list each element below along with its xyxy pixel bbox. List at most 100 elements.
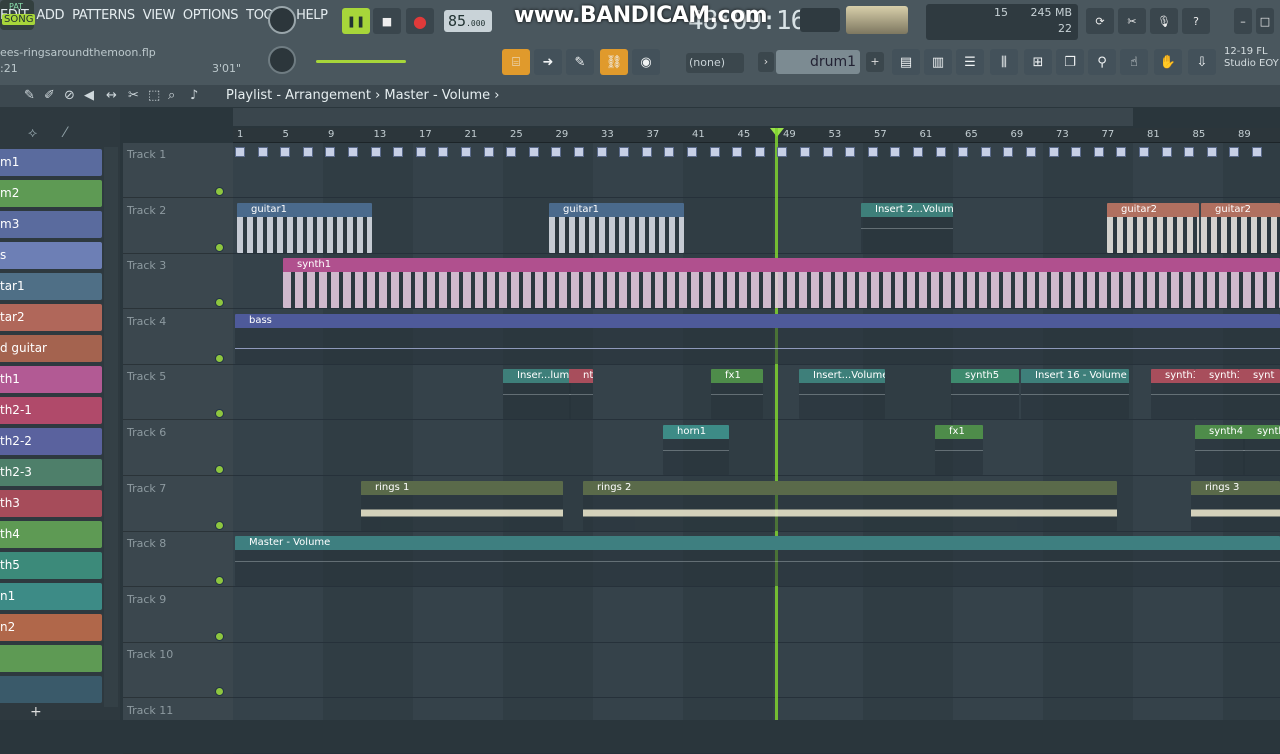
track-enable-led[interactable] [215,465,224,474]
drum-pattern-clip[interactable] [1048,147,1059,157]
drum-pattern-clip[interactable] [483,147,494,157]
drum-pattern-clip[interactable] [890,147,901,157]
track-header[interactable]: Track 8 [123,532,233,588]
slip-tool-icon[interactable]: ↔ [106,88,117,103]
maximize-button[interactable]: □ [1256,8,1274,34]
drum-pattern-clip[interactable] [980,147,991,157]
menu-add[interactable]: ADD [36,8,64,30]
stamp-button[interactable]: ◉ [632,49,660,75]
view-browser-button[interactable]: ⊞ [1024,49,1052,75]
drum-pattern-clip[interactable] [732,147,743,157]
drum-pattern-clip[interactable] [348,147,358,157]
track-enable-led[interactable] [215,687,224,697]
instrument-item[interactable]: n1 [0,583,102,610]
instrument-item[interactable]: th1 [0,366,102,393]
pattern-clip[interactable]: nth3 [569,369,593,420]
pattern-clip[interactable]: Insert...Volume [799,369,885,420]
drum-pattern-clip[interactable] [800,147,810,157]
pattern-clip[interactable]: Insert 2...Volume [861,202,953,253]
pattern-clip[interactable]: rings 1 [361,480,563,531]
view-pianoroll-button[interactable]: ▥ [924,49,952,75]
playlist-overview[interactable] [233,108,1133,126]
track-row[interactable] [233,643,1280,699]
touch-controller-button[interactable]: ☝ [1120,49,1148,75]
instrument-item[interactable]: tar1 [0,273,102,300]
drum-pattern-clip[interactable] [845,147,856,157]
instrument-item[interactable] [0,645,102,672]
instrument-item[interactable]: th2-2 [0,428,102,455]
view-playlist-button[interactable]: ▤ [892,49,920,75]
help-button[interactable]: ? [1182,8,1210,34]
instrument-item[interactable]: m3 [0,211,102,238]
track-header[interactable]: Track 10 [123,643,233,699]
record-button[interactable]: ● [406,8,434,34]
track-header[interactable]: Track 6 [123,421,233,476]
instrument-item[interactable]: th5 [0,552,102,579]
instrument-item[interactable]: th3 [0,490,102,517]
pattern-clip[interactable]: guitar1 [549,202,684,253]
drum-pattern-clip[interactable] [1184,147,1195,157]
delete-tool-icon[interactable]: ⊘ [64,88,75,103]
stop-button[interactable]: ■ [373,8,401,34]
track-header[interactable]: Track 9 [123,588,233,643]
draw-button[interactable]: ✎ [566,49,594,75]
pattern-clip[interactable]: guitar1 [237,202,372,253]
drum-pattern-clip[interactable] [257,147,268,157]
paint-tool-icon[interactable]: ✐ [44,88,55,103]
track-header[interactable]: Track 3 [123,254,233,310]
tempo-tapper-button[interactable]: ✋ [1154,49,1182,75]
instrument-item[interactable]: th4 [0,521,102,548]
draw-tool-icon[interactable]: ✎ [24,88,35,103]
play-tool-icon[interactable]: ♪ [190,88,198,103]
drum-pattern-clip[interactable] [506,147,517,157]
pattern-nav-button[interactable]: › [758,52,774,72]
track-header[interactable]: Track 1 [123,143,233,198]
track-header[interactable]: Track 4 [123,310,233,365]
tools-button[interactable]: ✂ [1118,8,1146,34]
view-channelrack-button[interactable]: ☰ [956,49,984,75]
track-enable-led[interactable] [215,631,224,641]
pattern-clip[interactable]: synth4 [1195,425,1245,475]
drum-pattern-clip[interactable] [393,147,404,157]
drum-pattern-clip[interactable] [777,147,788,157]
drum-pattern-clip[interactable] [370,147,381,157]
track-header[interactable]: Track 11 [123,699,233,754]
menu-view[interactable]: VIEW [143,8,176,30]
picker-scrollbar[interactable] [104,147,118,707]
channel-selector[interactable]: (none) [686,53,744,73]
track-header[interactable]: Track 2 [123,199,233,254]
master-pitch-slider[interactable] [316,60,406,63]
drum-pattern-clip[interactable] [935,147,946,157]
pattern-clip[interactable]: horn1 [663,425,729,475]
instrument-item[interactable]: s [0,242,102,269]
pattern-clip[interactable]: synth [1243,425,1280,475]
news-button[interactable]: ⇩ [1188,49,1216,75]
track-row[interactable] [233,588,1280,643]
drum-pattern-clip[interactable] [1161,147,1172,157]
track-enable-led[interactable] [215,353,224,363]
playhead[interactable] [775,128,778,720]
drum-pattern-clip[interactable] [619,147,630,157]
drum-pattern-clip[interactable] [1003,147,1014,157]
pattern-clip[interactable]: bass [235,313,1280,364]
pattern-selector[interactable]: drum1 [776,50,860,74]
pattern-clip[interactable]: rings 2 [583,480,1117,531]
tempo-display[interactable]: 85.000 [444,10,492,32]
menu-patterns[interactable]: PATTERNS [72,8,135,30]
instrument-item[interactable]: m2 [0,180,102,207]
link-button[interactable]: ⛓ [600,49,628,75]
master-volume-knob[interactable] [268,6,296,34]
piano-roll-button[interactable]: ⌸ [502,49,530,75]
menu-options[interactable]: OPTIONS [183,8,239,30]
breadcrumb[interactable]: Playlist - Arrangement › Master - Volume… [226,88,499,103]
instrument-item[interactable]: tar2 [0,304,102,331]
drum-pattern-clip[interactable] [574,147,584,157]
track-row[interactable] [233,421,1280,476]
drum-pattern-clip[interactable] [415,147,426,157]
pattern-clip[interactable]: rings 3 [1191,480,1280,531]
drum-pattern-clip[interactable] [754,147,765,157]
drum-pattern-clip[interactable] [461,147,471,157]
drum-pattern-clip[interactable] [1206,147,1217,157]
instrument-item[interactable]: d guitar [0,335,102,362]
instrument-item[interactable] [0,676,102,703]
